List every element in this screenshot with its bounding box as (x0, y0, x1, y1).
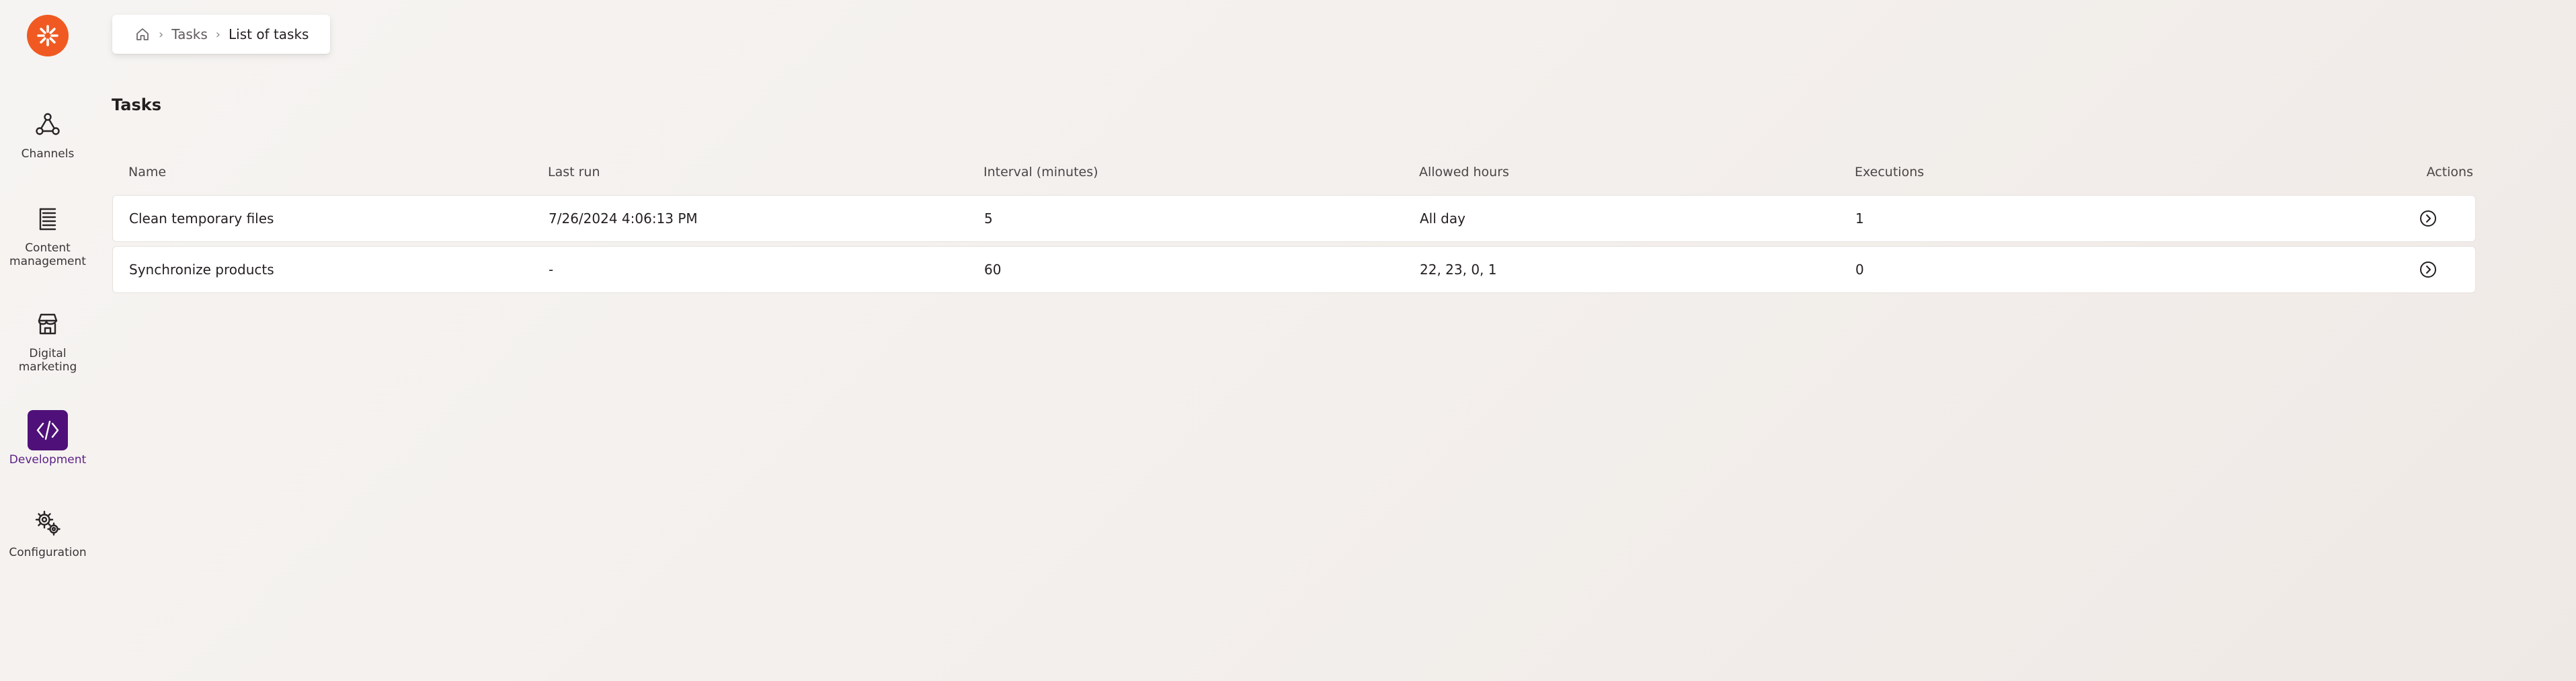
cell-allowed-hours: All day (1420, 210, 1465, 227)
asterisk-logo-icon (37, 25, 58, 46)
sidebar-item-label: Digital marketing (18, 347, 77, 374)
column-header-name: Name (128, 165, 167, 179)
cell-executions: 1 (1855, 210, 1864, 227)
table-row[interactable]: Clean temporary files 7/26/2024 4:06:13 … (112, 195, 2476, 242)
cell-last-run: 7/26/2024 4:06:13 PM (549, 210, 698, 227)
table-header: Name Last run Interval (minutes) Allowed… (112, 161, 2476, 183)
chevron-right-icon: › (215, 27, 220, 42)
breadcrumb-link-tasks[interactable]: Tasks (171, 26, 208, 42)
page-title: Tasks (112, 95, 162, 114)
content-list-icon (28, 198, 68, 239)
column-header-allowed-hours: Allowed hours (1419, 165, 1509, 179)
column-header-actions: Actions (2426, 165, 2473, 179)
chevron-circle-right-icon[interactable] (2419, 209, 2438, 228)
storefront-icon (28, 304, 68, 344)
cell-interval: 60 (984, 262, 1002, 278)
sidebar-item-configuration[interactable]: Configuration (0, 503, 95, 559)
sidebar-item-content-management[interactable]: Content management (0, 198, 95, 268)
sidebar-item-label: Channels (21, 147, 75, 161)
app-logo[interactable] (27, 15, 69, 56)
table-row[interactable]: Synchronize products - 60 22, 23, 0, 1 0 (112, 246, 2476, 293)
code-icon (28, 410, 68, 450)
cell-interval: 5 (984, 210, 993, 227)
cell-last-run: - (549, 262, 554, 278)
breadcrumb: › Tasks › List of tasks (112, 15, 330, 54)
sidebar-item-development[interactable]: Development (0, 410, 95, 467)
cell-actions (2291, 209, 2475, 228)
sidebar: Channels Content management Digital mark… (0, 0, 95, 681)
sidebar-item-channels[interactable]: Channels (0, 104, 95, 161)
chevron-right-icon: › (159, 27, 164, 42)
column-header-executions: Executions (1855, 165, 1925, 179)
cell-name: Synchronize products (129, 262, 274, 278)
breadcrumb-current: List of tasks (229, 26, 309, 42)
cell-name: Clean temporary files (129, 210, 274, 227)
cell-actions (2291, 260, 2475, 279)
column-header-last-run: Last run (548, 165, 600, 179)
home-icon[interactable] (134, 26, 151, 42)
sidebar-item-label: Configuration (9, 546, 87, 559)
sidebar-item-digital-marketing[interactable]: Digital marketing (0, 304, 95, 374)
cell-executions: 0 (1855, 262, 1864, 278)
share-nodes-icon (28, 104, 68, 145)
tasks-table: Name Last run Interval (minutes) Allowed… (112, 161, 2476, 297)
column-header-interval: Interval (minutes) (983, 165, 1098, 179)
cell-allowed-hours: 22, 23, 0, 1 (1420, 262, 1497, 278)
sidebar-item-label: Development (9, 453, 87, 467)
chevron-circle-right-icon[interactable] (2419, 260, 2438, 279)
sidebar-item-label: Content management (9, 241, 86, 268)
gears-icon (28, 503, 68, 543)
